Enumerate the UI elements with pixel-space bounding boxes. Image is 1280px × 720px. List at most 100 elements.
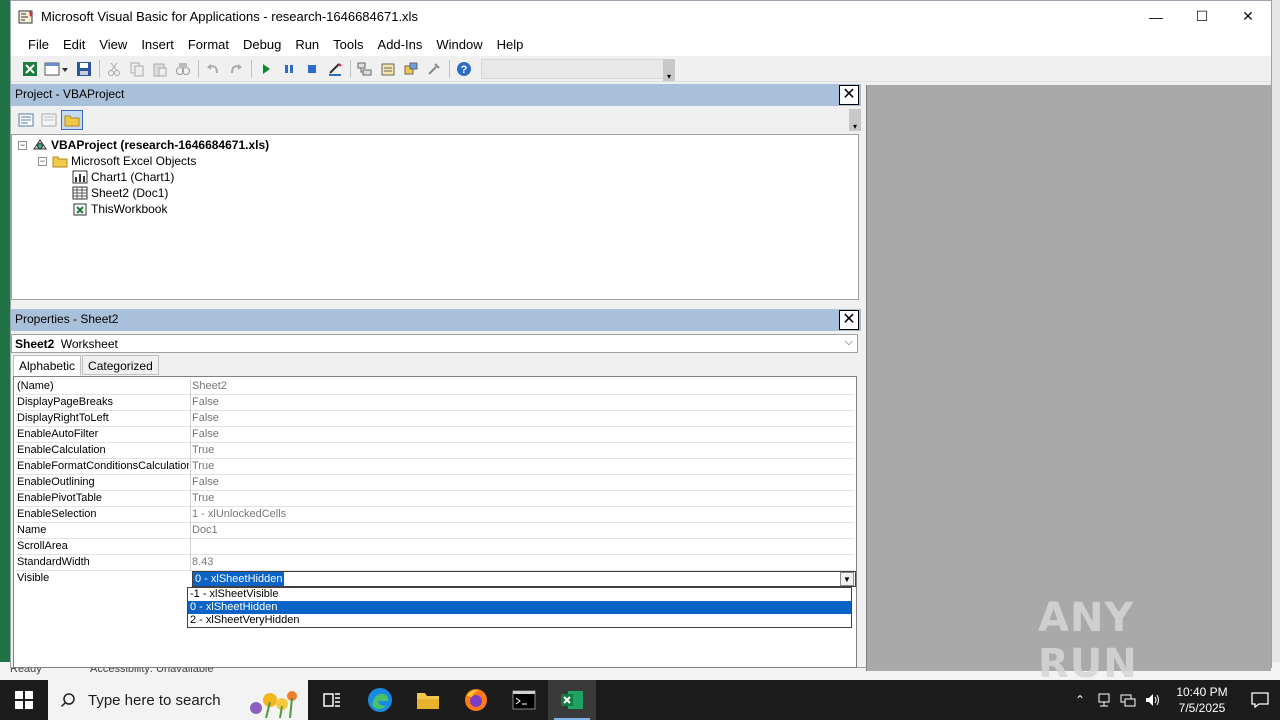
run-button[interactable] xyxy=(255,58,277,80)
help-button[interactable]: ? xyxy=(453,58,475,80)
firefox-button[interactable] xyxy=(452,680,500,720)
insert-userform-button[interactable] xyxy=(42,58,72,80)
dropdown-arrow-icon[interactable]: ▼ xyxy=(840,572,854,586)
tab-categorized[interactable]: Categorized xyxy=(82,355,159,375)
collapse-icon[interactable]: − xyxy=(38,156,47,166)
menu-view[interactable]: View xyxy=(92,35,134,54)
close-button[interactable]: ✕ xyxy=(1225,1,1271,32)
maximize-icon: ☐ xyxy=(1195,8,1209,24)
dropdown-option-selected[interactable]: 0 - xlSheetHidden xyxy=(188,601,851,614)
tree-node-thisworkbook[interactable]: ThisWorkbook xyxy=(72,201,167,217)
volume-tray[interactable] xyxy=(1140,680,1164,720)
toolbar-options-grip[interactable]: ▾ xyxy=(663,59,675,81)
break-button[interactable] xyxy=(278,58,300,80)
visible-value-combo[interactable]: 0 - xlSheetHidden ▼ xyxy=(192,571,856,587)
property-row[interactable]: DisplayPageBreaks False xyxy=(16,395,854,411)
project-pane-close-button[interactable]: ✕ xyxy=(839,85,859,105)
minimize-button[interactable]: — xyxy=(1133,1,1179,32)
tree-node-sheet2[interactable]: Sheet2 (Doc1) xyxy=(72,185,168,201)
toolbox-button[interactable] xyxy=(423,58,445,80)
visible-selected-value[interactable]: 0 - xlSheetHidden xyxy=(193,572,285,586)
properties-pane-title[interactable]: Properties - Sheet2 ✕ xyxy=(11,309,861,331)
menu-help[interactable]: Help xyxy=(490,35,531,54)
property-row[interactable]: EnablePivotTable True xyxy=(16,491,854,507)
view-excel-button[interactable] xyxy=(19,58,41,80)
excel-taskbar-button[interactable] xyxy=(548,680,596,720)
view-code-button[interactable] xyxy=(15,110,37,130)
project-pane-title[interactable]: Project - VBAProject ✕ xyxy=(11,84,861,106)
maximize-button[interactable]: ☐ xyxy=(1179,1,1225,32)
volume-icon xyxy=(1146,694,1159,706)
properties-window-button[interactable] xyxy=(377,58,399,80)
property-value: False xyxy=(192,396,219,408)
menu-run[interactable]: Run xyxy=(288,35,326,54)
start-button[interactable] xyxy=(0,680,48,720)
paste-button[interactable] xyxy=(149,58,171,80)
tree-label-sheet2: Sheet2 (Doc1) xyxy=(91,186,169,200)
menu-add-ins[interactable]: Add-Ins xyxy=(371,35,430,54)
cut-button[interactable] xyxy=(103,58,125,80)
undo-button[interactable] xyxy=(202,58,224,80)
properties-window-icon xyxy=(381,63,395,75)
menu-format[interactable]: Format xyxy=(181,35,236,54)
menu-tools[interactable]: Tools xyxy=(326,35,370,54)
property-row[interactable]: Name Doc1 xyxy=(16,523,854,539)
network-alt-tray[interactable] xyxy=(1092,680,1116,720)
tree-node-chart1[interactable]: Chart1 (Chart1) xyxy=(72,169,174,185)
design-mode-icon xyxy=(329,62,342,76)
view-object-button[interactable] xyxy=(38,110,60,130)
view-object-icon xyxy=(41,113,57,127)
property-row[interactable]: (Name) Sheet2 xyxy=(16,379,854,395)
property-row[interactable]: EnableFormatConditionsCalculation True xyxy=(16,459,854,475)
object-selector-combo[interactable]: Sheet2 Worksheet ⌵ xyxy=(11,334,858,353)
task-view-button[interactable] xyxy=(308,680,356,720)
property-row-visible[interactable]: Visible 0 - xlSheetHidden ▼ xyxy=(16,571,856,587)
property-name: (Name) xyxy=(17,380,54,392)
property-row[interactable]: ScrollArea xyxy=(16,539,854,555)
reset-button[interactable] xyxy=(301,58,323,80)
dropdown-option[interactable]: -1 - xlSheetVisible xyxy=(188,588,851,601)
dropdown-option[interactable]: 2 - xlSheetVeryHidden xyxy=(188,614,851,627)
collapse-icon[interactable]: − xyxy=(18,140,27,150)
toggle-folders-button[interactable] xyxy=(61,110,83,130)
show-hidden-icons-button[interactable]: ⌃ xyxy=(1068,680,1092,720)
menu-file[interactable]: File xyxy=(21,35,56,54)
windows-logo-icon xyxy=(15,691,33,709)
save-button[interactable] xyxy=(73,58,95,80)
menu-debug[interactable]: Debug xyxy=(236,35,288,54)
title-bar[interactable]: Microsoft Visual Basic for Applications … xyxy=(11,1,1271,32)
object-browser-button[interactable] xyxy=(400,58,422,80)
taskbar-clock[interactable]: 10:40 PM 7/5/2025 xyxy=(1164,684,1240,716)
firefox-icon xyxy=(465,689,487,711)
vba-app-icon xyxy=(18,9,33,23)
tree-node-vbaproject[interactable]: − VBAProject (research-1646684671.xls) xyxy=(18,137,269,153)
properties-pane-title-text: Properties - Sheet2 xyxy=(15,312,119,326)
property-row[interactable]: EnableAutoFilter False xyxy=(16,427,854,443)
property-row[interactable]: EnableSelection 1 - xlUnlockedCells xyxy=(16,507,854,523)
file-explorer-button[interactable] xyxy=(404,680,452,720)
find-icon xyxy=(176,62,190,75)
project-toolbar-grip[interactable]: ▾ xyxy=(849,109,861,131)
action-center-button[interactable] xyxy=(1240,680,1280,720)
menu-insert[interactable]: Insert xyxy=(134,35,181,54)
project-explorer-button[interactable] xyxy=(354,58,376,80)
tab-alphabetic[interactable]: Alphabetic xyxy=(13,355,82,376)
terminal-button[interactable] xyxy=(500,680,548,720)
menu-window[interactable]: Window xyxy=(429,35,489,54)
property-row[interactable]: EnableOutlining False xyxy=(16,475,854,491)
edge-button[interactable] xyxy=(356,680,404,720)
taskbar-search-box[interactable]: Type here to search xyxy=(48,680,308,720)
copy-button[interactable] xyxy=(126,58,148,80)
network-tray[interactable] xyxy=(1116,680,1140,720)
tree-node-excel-objects[interactable]: − Microsoft Excel Objects xyxy=(38,153,196,169)
find-button[interactable] xyxy=(172,58,194,80)
visible-dropdown-list: -1 - xlSheetVisible 0 - xlSheetHidden 2 … xyxy=(187,587,852,628)
redo-button[interactable] xyxy=(225,58,247,80)
property-divider xyxy=(190,395,191,411)
menu-edit[interactable]: Edit xyxy=(56,35,92,54)
properties-pane-close-button[interactable]: ✕ xyxy=(839,310,859,330)
design-mode-button[interactable] xyxy=(324,58,346,80)
property-row[interactable]: StandardWidth 8.43 xyxy=(16,555,854,571)
property-row[interactable]: EnableCalculation True xyxy=(16,443,854,459)
property-row[interactable]: DisplayRightToLeft False xyxy=(16,411,854,427)
